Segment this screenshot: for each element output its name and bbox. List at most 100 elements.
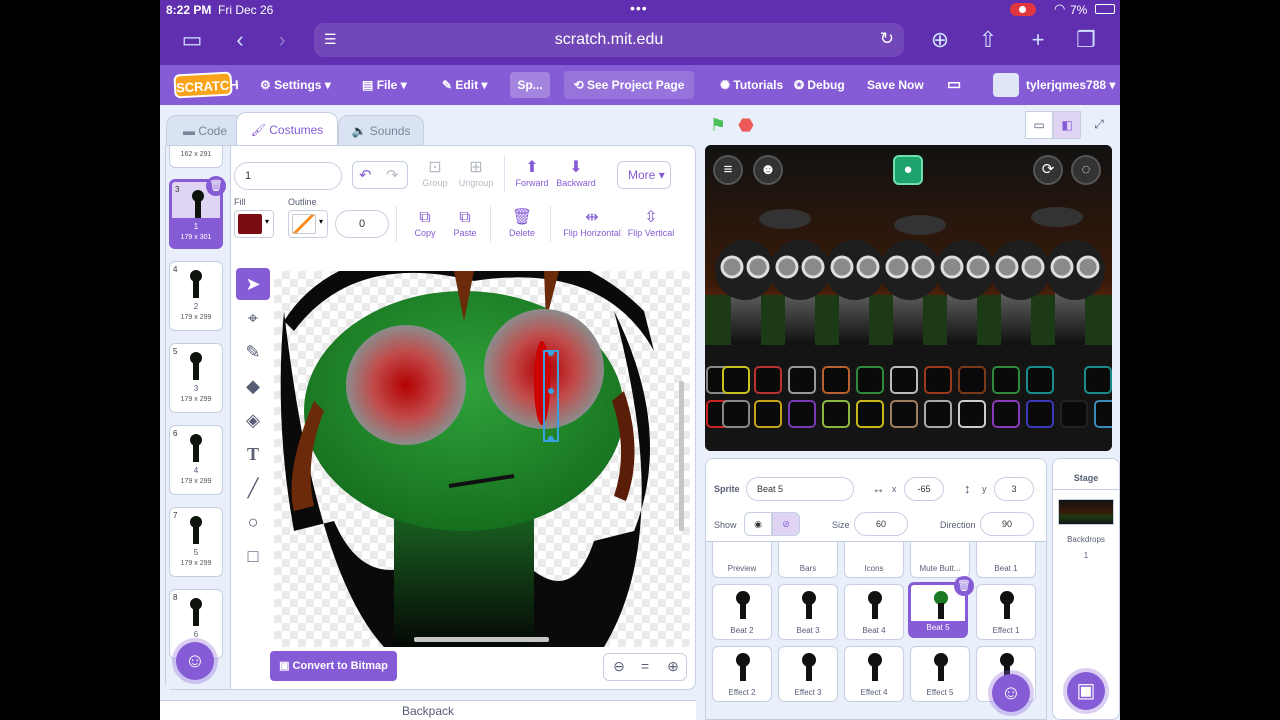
x-label: x — [892, 484, 897, 494]
brush-tool-icon[interactable]: ✎ — [236, 336, 270, 368]
sprite-name-input[interactable]: Beat 5 — [746, 477, 854, 501]
outline-width-input[interactable]: 0 — [335, 210, 389, 238]
sprite-tile[interactable]: Effect 5 — [910, 646, 970, 702]
flip-vertical-button[interactable]: ⇳ Flip Vertical — [624, 208, 678, 238]
tabs-overview-icon[interactable]: ❐ — [1070, 24, 1102, 56]
sprite-tile[interactable]: Preview — [712, 542, 772, 578]
show-visible-button[interactable]: ◉ — [744, 512, 772, 536]
costume-index: 8 — [173, 593, 178, 602]
debug-button[interactable]: ✪ Debug — [794, 65, 845, 105]
y-input[interactable]: 3 — [994, 477, 1034, 501]
sprite-tile[interactable]: Bars — [778, 542, 838, 578]
sprite-tile[interactable]: Beat 3 — [778, 584, 838, 640]
download-icon[interactable]: ⊕ — [924, 24, 956, 56]
see-project-page-button[interactable]: ⟲ See Project Page — [564, 71, 694, 99]
stage-loading-icon[interactable]: ◌ — [1071, 155, 1101, 185]
my-stuff-folder-icon[interactable]: ▭ — [947, 65, 961, 105]
costume-item[interactable]: ven 162 x 291 — [169, 146, 223, 168]
sprite-tile[interactable]: Beat 4 — [844, 584, 904, 640]
delete-sprite-icon[interactable]: 🗑 — [954, 576, 974, 596]
stage-character-icon[interactable]: ☻ — [753, 155, 783, 185]
fullscreen-icon[interactable]: ⤢ — [1085, 111, 1113, 139]
group-button[interactable]: ⊡ Group — [418, 158, 452, 188]
sidebar-toggle-icon[interactable]: ▭ — [176, 24, 208, 56]
text-tool-icon[interactable]: T — [236, 438, 270, 470]
rectangle-tool-icon[interactable]: □ — [236, 540, 270, 572]
copy-button[interactable]: ⧉ Copy — [408, 208, 442, 238]
sprite-tile[interactable]: Mute Butt... — [910, 542, 970, 578]
zoom-reset-button[interactable]: = — [632, 658, 658, 674]
new-tab-icon[interactable]: + — [1022, 24, 1054, 56]
stop-icon[interactable]: ⬣ — [735, 114, 757, 136]
backpack-bar[interactable]: Backpack — [160, 700, 696, 720]
small-stage-icon[interactable]: ▭ — [1025, 111, 1053, 139]
undo-icon[interactable]: ↶ — [359, 166, 372, 184]
costume-item[interactable]: 6 4 179 x 299 — [169, 425, 223, 495]
flip-horizontal-button[interactable]: ⇹ Flip Horizontal — [562, 208, 622, 238]
reshape-tool-icon[interactable]: ⌖ — [236, 302, 270, 334]
stage-selector[interactable]: Stage Backdrops 1 ▣ — [1052, 458, 1120, 720]
file-menu[interactable]: ▤ File ▾ — [362, 65, 407, 105]
fill-color-picker[interactable]: ▾ — [234, 210, 274, 238]
select-tool-icon[interactable]: ➤ — [236, 268, 270, 300]
tutorials-button[interactable]: ✺ Tutorials — [720, 65, 783, 105]
normal-stage-icon[interactable]: ◧ — [1053, 111, 1081, 139]
fill-tool-icon[interactable]: ◈ — [236, 404, 270, 436]
costume-item[interactable]: 5 3 179 x 299 — [169, 343, 223, 413]
costume-name-input[interactable]: 1 — [234, 162, 342, 190]
costume-item[interactable]: 4 2 179 x 299 — [169, 261, 223, 331]
tab-code[interactable]: ▬ Code — [166, 115, 244, 145]
zoom-out-icon[interactable]: ⊖ — [606, 658, 632, 675]
sprite-tile[interactable]: Effect 1 — [976, 584, 1036, 640]
circle-tool-icon[interactable]: ○ — [236, 506, 270, 538]
stage-head-icon[interactable]: ● — [893, 155, 923, 185]
choose-costume-cat-icon[interactable]: ☺ — [176, 642, 214, 680]
stage-menu-icon[interactable]: ≡ — [713, 155, 743, 185]
share-icon[interactable]: ⇧ — [972, 24, 1004, 56]
size-input[interactable]: 60 — [854, 512, 908, 536]
multitask-dots-icon[interactable]: ••• — [630, 0, 648, 16]
zoom-in-icon[interactable]: ⊕ — [660, 658, 686, 675]
account-menu[interactable]: tylerjqmes788 ▾ — [1026, 65, 1115, 105]
sprite-tile[interactable]: Effect 3 — [778, 646, 838, 702]
save-now-button[interactable]: Save Now — [867, 65, 924, 105]
redo-icon[interactable]: ↷ — [386, 166, 399, 184]
edit-menu[interactable]: ✎ Edit ▾ — [442, 65, 487, 105]
avatar[interactable] — [993, 73, 1019, 97]
direction-input[interactable]: 90 — [980, 512, 1034, 536]
stage-canvas[interactable]: ≡ ☻ ● ⟳ ◌ — [705, 145, 1112, 451]
sprite-tile[interactable]: Effect 4 — [844, 646, 904, 702]
tab-costumes[interactable]: 🖌 Costumes — [236, 112, 338, 146]
more-menu-button[interactable]: More ▾ — [617, 161, 671, 189]
x-input[interactable]: -65 — [904, 477, 944, 501]
stage-reset-icon[interactable]: ⟳ — [1033, 155, 1063, 185]
delete-button[interactable]: 🗑 Delete — [504, 208, 540, 238]
paste-button[interactable]: ⧉ Paste — [448, 208, 482, 238]
sprite-tile[interactable]: Beat 1 — [976, 542, 1036, 578]
address-bar[interactable]: ☰ scratch.mit.edu ↻ — [314, 23, 904, 57]
back-icon[interactable]: ‹ — [224, 24, 256, 56]
outline-color-picker[interactable]: ▾ — [288, 210, 328, 238]
paint-canvas[interactable] — [274, 271, 690, 647]
costume-item[interactable]: 7 5 179 x 299 — [169, 507, 223, 577]
scratch-logo[interactable]: SCRATCH — [173, 71, 239, 99]
forward-icon[interactable]: › — [266, 24, 298, 56]
tab-sounds[interactable]: 🔉 Sounds — [338, 115, 424, 145]
show-hidden-button[interactable]: ⊘ — [772, 512, 800, 536]
settings-menu[interactable]: ⚙ Settings ▾ — [260, 65, 331, 105]
forward-button[interactable]: ⬆ Forward — [512, 158, 552, 188]
sprite-tile[interactable]: Icons — [844, 542, 904, 578]
sprite-tile[interactable]: Effect 2 — [712, 646, 772, 702]
green-flag-icon[interactable]: ⚑ — [707, 114, 729, 136]
convert-to-bitmap-button[interactable]: ▣ Convert to Bitmap — [270, 651, 397, 681]
choose-sprite-cat-icon[interactable]: ☺ — [992, 674, 1030, 712]
eraser-tool-icon[interactable]: ◆ — [236, 370, 270, 402]
choose-backdrop-icon[interactable]: ▣ — [1067, 672, 1105, 710]
reload-icon[interactable]: ↻ — [880, 29, 894, 49]
delete-costume-icon[interactable]: 🗑 — [206, 176, 226, 196]
line-tool-icon[interactable]: ╱ — [236, 472, 270, 504]
sprite-tile[interactable]: Beat 2 — [712, 584, 772, 640]
project-title-field[interactable]: Sp... — [510, 72, 550, 98]
ungroup-button[interactable]: ⊞ Ungroup — [456, 158, 496, 188]
backward-button[interactable]: ⬇ Backward — [554, 158, 598, 188]
